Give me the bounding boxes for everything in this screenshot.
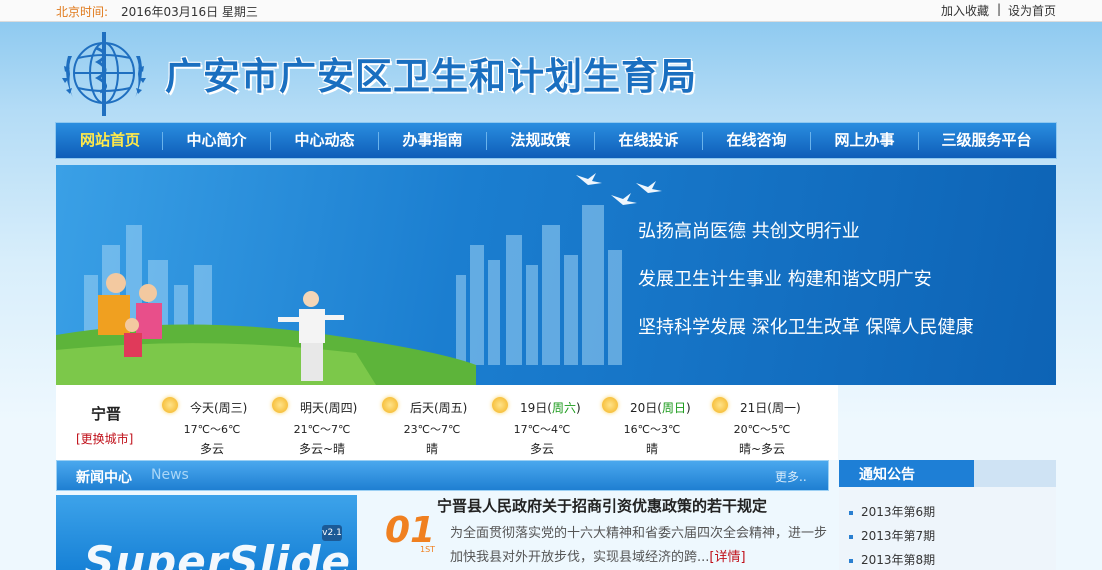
weather-day: 明天(周四) 21℃～7℃ 多云~晴	[272, 385, 382, 460]
weather-weekend: 周日	[661, 401, 686, 415]
news-summary-text: 为全面贯彻落实党的十六大精神和省委六届四次全会精神，进一步加快我县对外开放步伐，…	[450, 526, 828, 565]
weather-condition: 晴~多云	[738, 442, 786, 456]
news-summary: 为全面贯彻落实党的十六大精神和省委六届四次全会精神，进一步加快我县对外开放步伐，…	[450, 522, 835, 570]
weather-condition: 多云~晴	[298, 442, 346, 456]
bullet-icon	[849, 510, 853, 515]
nav-consult[interactable]: 在线咨询	[703, 123, 810, 158]
news-section-header: 新闻中心 News 更多..	[56, 460, 829, 491]
notice-item[interactable]: 2013年第6期	[849, 503, 935, 520]
top-bar: 北京时间: 2016年03月16日 星期三 加入收藏 | 设为首页	[0, 0, 1102, 22]
notice-title: 通知公告	[859, 467, 915, 483]
weather-condition: 晴	[645, 442, 658, 456]
who-emblem-icon	[62, 32, 146, 116]
news-headline-link[interactable]: 宁晋县人民政府关于招商引资优惠政策的若干规定	[437, 495, 767, 516]
news-section-title: 新闻中心	[76, 470, 132, 486]
weather-day: 20日(周日) 16℃～3℃ 晴	[602, 385, 712, 460]
sunny-icon	[602, 397, 618, 413]
weather-paren: )	[575, 401, 581, 415]
topbar-separator: |	[997, 2, 1002, 16]
notice-item-label: 2013年第7期	[861, 529, 936, 543]
nav-policy[interactable]: 法规政策	[487, 123, 594, 158]
notice-header: 通知公告	[839, 460, 1056, 487]
nav-online-service[interactable]: 网上办事	[811, 123, 918, 158]
weather-day-label: 19日(周六)	[520, 399, 581, 416]
weather-city: 宁晋	[91, 405, 122, 423]
notice-panel: 通知公告 2013年第6期 2013年第7期 2013年第8期	[839, 460, 1056, 570]
hero-banner: 弘扬高尚医德 共创文明行业 发展卫生计生事业 构建和谐文明广安 坚持科学发展 深…	[56, 165, 1056, 385]
weather-widget: 宁晋 [更换城市] 今天(周三) 17℃～6℃ 多云 明天(周四) 21℃～7℃…	[56, 385, 838, 460]
sunny-icon	[492, 397, 508, 413]
slideshow-image-text: SuperSlide	[84, 537, 352, 570]
weather-weekend: 周六	[551, 401, 576, 415]
news-more-link[interactable]: 更多..	[775, 468, 807, 485]
weather-day: 后天(周五) 23℃～7℃ 晴	[382, 385, 492, 460]
weather-temp: 21℃～7℃	[293, 423, 351, 436]
notice-item[interactable]: 2013年第8期	[849, 551, 935, 568]
nav-platform[interactable]: 三级服务平台	[919, 123, 1054, 158]
sunny-icon	[162, 397, 178, 413]
nav-news[interactable]: 中心动态	[271, 123, 378, 158]
weather-day: 今天(周三) 17℃～6℃ 多云	[162, 385, 272, 460]
weather-temp: 16℃～3℃	[623, 423, 681, 436]
weather-day: 19日(周六) 17℃～4℃ 多云	[492, 385, 602, 460]
nav-guide[interactable]: 办事指南	[379, 123, 486, 158]
site-title: 广安市广安区卫生和计划生育局	[165, 55, 697, 98]
time-label: 北京时间:	[56, 5, 109, 19]
banner-slogan-1: 弘扬高尚医德 共创文明行业	[638, 221, 860, 242]
weather-temp: 17℃～4℃	[513, 423, 571, 436]
banner-slogan-2: 发展卫生计生事业 构建和谐文明广安	[638, 269, 932, 290]
weather-condition: 多云	[199, 442, 224, 456]
weather-condition: 多云	[529, 442, 554, 456]
main-nav: 网站首页 中心简介 中心动态 办事指南 法规政策 在线投诉 在线咨询 网上办事 …	[55, 122, 1057, 159]
add-bookmark-link[interactable]: 加入收藏	[941, 2, 989, 19]
nav-home[interactable]: 网站首页	[58, 123, 162, 158]
weather-day-label: 后天(周五)	[410, 401, 468, 415]
weather-condition: 晴	[425, 442, 438, 456]
weather-day-label: 今天(周三)	[190, 401, 248, 415]
bullet-icon	[849, 558, 853, 563]
notice-item-label: 2013年第8期	[861, 553, 936, 567]
weather-temp: 23℃～7℃	[403, 423, 461, 436]
banner-slogan-3: 坚持科学发展 深化卫生改革 保障人民健康	[638, 317, 974, 338]
set-homepage-link[interactable]: 设为首页	[1008, 2, 1056, 19]
change-city-link[interactable]: [更换城市]	[76, 430, 133, 447]
nav-about[interactable]: 中心简介	[163, 123, 270, 158]
notice-item-label: 2013年第6期	[861, 505, 936, 519]
weather-date: 20日(	[630, 401, 662, 415]
weather-temp: 20℃～5℃	[733, 423, 791, 436]
weather-day-label: 明天(周四)	[300, 401, 358, 415]
weather-paren: )	[685, 401, 691, 415]
weather-date: 19日(	[520, 401, 552, 415]
weather-day: 21日(周一) 20℃～5℃ 晴~多云	[712, 385, 822, 460]
weather-day-label: 20日(周日)	[630, 399, 691, 416]
date-display: 2016年03月16日 星期三	[121, 5, 258, 19]
sunny-icon	[712, 397, 728, 413]
news-rank-suffix: 1ST	[420, 545, 436, 554]
sunny-icon	[382, 397, 398, 413]
nav-complaint[interactable]: 在线投诉	[595, 123, 702, 158]
weather-day-label: 21日(周一)	[740, 401, 801, 415]
news-slideshow[interactable]: v2.1 SuperSlide	[56, 495, 357, 570]
weather-temp: 17℃～6℃	[183, 423, 241, 436]
sunny-icon	[272, 397, 288, 413]
notice-item[interactable]: 2013年第7期	[849, 527, 935, 544]
news-detail-link[interactable]: [详情]	[709, 550, 745, 565]
bullet-icon	[849, 534, 853, 539]
news-section-subtitle: News	[151, 467, 189, 483]
